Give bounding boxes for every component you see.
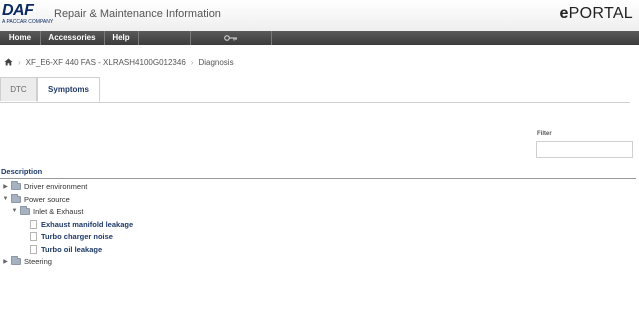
breadcrumb-vehicle[interactable]: XF_E6-XF 440 FAS - XLRASH4100G012346 [26, 58, 186, 67]
tab-symptoms[interactable]: Symptoms [37, 77, 100, 102]
nav-home[interactable]: Home [0, 31, 41, 45]
app-title: Repair & Maintenance Information [54, 8, 221, 20]
collapse-arrow-icon[interactable]: ▼ [11, 208, 18, 214]
tree-leaf-turbo-charger-noise[interactable]: Turbo charger noise [30, 230, 113, 242]
tree-leaf-exhaust-manifold-leakage[interactable]: Exhaust manifold leakage [30, 218, 133, 230]
document-icon [30, 219, 37, 229]
chevron-right-icon: › [18, 57, 21, 67]
home-icon[interactable] [4, 58, 13, 66]
nav-help[interactable]: Help [104, 31, 139, 45]
nav-accessories[interactable]: Accessories [40, 31, 105, 45]
folder-icon [20, 205, 30, 215]
tree-node-label: Power source [24, 194, 70, 204]
nav-key-button[interactable] [190, 31, 272, 45]
collapse-arrow-icon[interactable]: ▼ [2, 196, 9, 202]
folder-icon [11, 255, 21, 265]
filter-label: Filter [537, 131, 552, 137]
main-nav: Home Accessories Help [0, 31, 639, 45]
expand-arrow-icon[interactable]: ▶ [2, 258, 9, 265]
tree-leaf-turbo-oil-leakage[interactable]: Turbo oil leakage [30, 243, 102, 255]
tree-node-label: Steering [24, 256, 52, 266]
eportal-suffix: PORTAL [568, 5, 633, 22]
tree-node-inlet-exhaust[interactable]: ▼ Inlet & Exhaust [11, 205, 83, 217]
tree-node-steering[interactable]: ▶ Steering [2, 255, 52, 267]
tree-leaf-label: Turbo oil leakage [41, 244, 103, 254]
header-divider [0, 178, 636, 179]
daf-logo[interactable]: DAF A PACCAR COMPANY [2, 2, 53, 27]
filter-input[interactable] [536, 141, 633, 158]
expand-arrow-icon[interactable]: ▶ [2, 183, 9, 190]
tree-leaf-label: Exhaust manifold leakage [41, 219, 134, 229]
folder-icon [11, 180, 21, 190]
chevron-right-icon: › [190, 57, 194, 67]
folder-icon [11, 193, 21, 203]
document-icon [30, 231, 37, 241]
breadcrumb: › XF_E6-XF 440 FAS - XLRASH4100G012346 ›… [4, 56, 234, 68]
tab-bar: DTC Symptoms [0, 77, 630, 103]
logo-text: DAF [2, 2, 34, 19]
eportal-logo: ePORTAL [559, 5, 633, 23]
breadcrumb-diagnosis: Diagnosis [198, 57, 234, 67]
tree-node-label: Driver environment [24, 181, 88, 191]
app-header: DAF A PACCAR COMPANY Repair & Maintenanc… [0, 0, 639, 31]
logo-subtext: A PACCAR COMPANY [2, 19, 54, 25]
description-header: Description [1, 167, 43, 176]
tree-node-power-source[interactable]: ▼ Power source [2, 193, 70, 205]
key-icon [224, 35, 237, 41]
tab-dtc[interactable]: DTC [0, 77, 37, 101]
tree-node-driver-environment[interactable]: ▶ Driver environment [2, 180, 87, 192]
document-icon [30, 244, 37, 254]
tree-node-label: Inlet & Exhaust [33, 206, 84, 216]
tree-leaf-label: Turbo charger noise [41, 231, 113, 241]
eportal-prefix: e [559, 5, 569, 22]
